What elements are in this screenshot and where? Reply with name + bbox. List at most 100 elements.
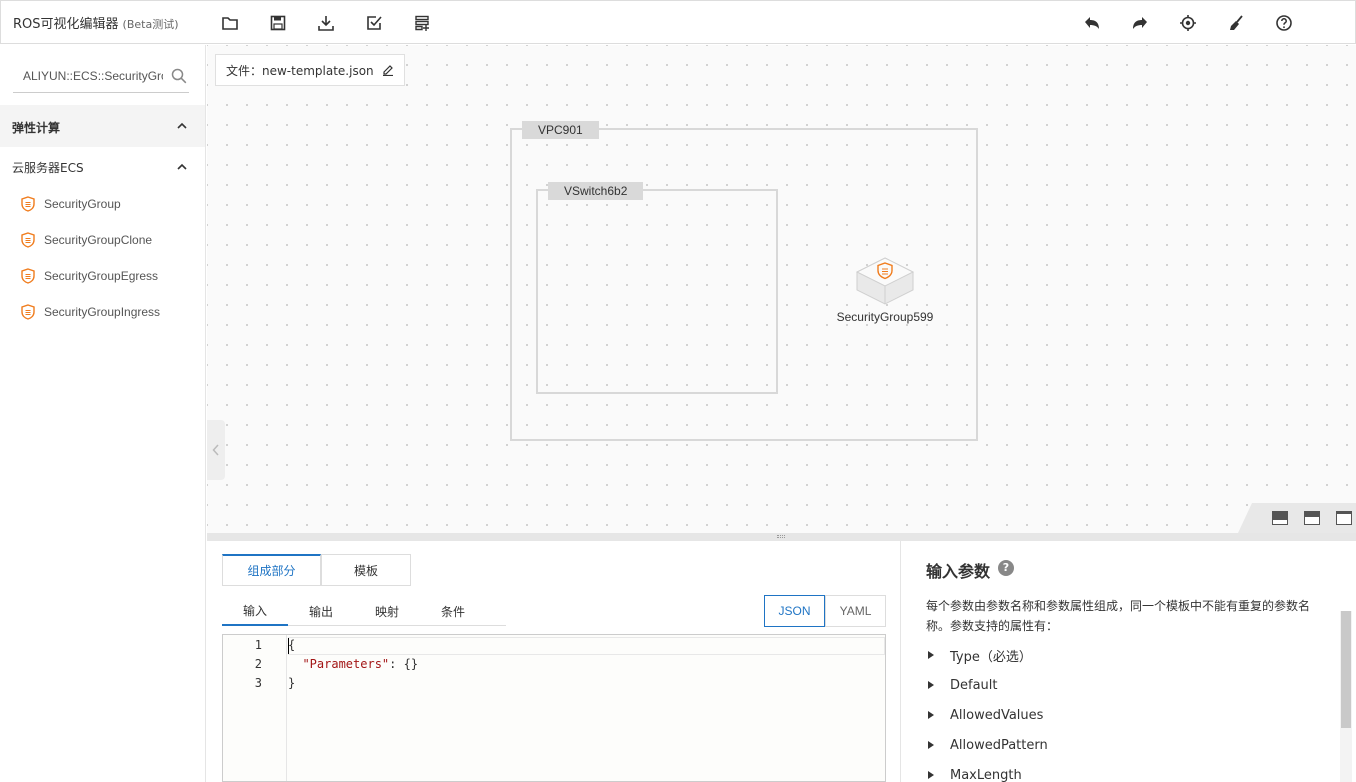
yaml-format-button[interactable]: YAML	[825, 595, 886, 627]
node-label: SecurityGroup599	[836, 310, 934, 324]
help-icon	[1276, 15, 1292, 31]
chevron-up-icon	[177, 163, 187, 170]
save-icon	[270, 15, 286, 31]
file-name-label: 文件：new-template.json	[226, 63, 374, 78]
caret-right-icon	[928, 711, 934, 719]
add-list-icon	[415, 15, 429, 31]
subcategory-label: 云服务器ECS	[12, 161, 84, 175]
layout-top-button[interactable]	[1336, 511, 1352, 525]
question-icon[interactable]: ?	[998, 560, 1014, 576]
resource-item-securitygroupclone[interactable]: SecurityGroupClone	[20, 230, 152, 250]
property-allowedpattern[interactable]: AllowedPattern	[928, 736, 1048, 754]
design-canvas[interactable]: 文件：new-template.json VPC901 VSwitch6b2 S…	[207, 45, 1356, 533]
save-button[interactable]	[266, 11, 290, 35]
tab-output[interactable]: 输出	[288, 596, 354, 626]
shield-icon	[21, 232, 35, 248]
property-maxlength[interactable]: MaxLength	[928, 766, 1022, 782]
property-label: Type（必选）	[950, 649, 1032, 665]
main-tabs: 组成部分 模板	[222, 554, 411, 586]
broom-icon	[1230, 15, 1243, 30]
edit-icon[interactable]	[382, 64, 394, 76]
caret-right-icon	[928, 651, 934, 659]
undo-button[interactable]	[1080, 11, 1104, 35]
property-label: AllowedPattern	[950, 737, 1048, 753]
vpc-label: VPC901	[522, 121, 599, 139]
help-scrollbar[interactable]	[1340, 611, 1352, 782]
help-button[interactable]	[1272, 11, 1296, 35]
download-icon	[318, 16, 334, 31]
help-description: 每个参数由参数名称和参数属性组成，同一个模板中不能有重复的参数名称。参数支持的属…	[926, 599, 1311, 633]
json-format-button[interactable]: JSON	[764, 595, 825, 627]
open-file-button[interactable]	[218, 11, 242, 35]
property-allowedvalues[interactable]: AllowedValues	[928, 706, 1043, 724]
add-resource-button[interactable]	[410, 11, 434, 35]
line-number: 3	[254, 676, 262, 690]
search-icon[interactable]	[171, 68, 187, 84]
search-input[interactable]	[13, 61, 163, 91]
beta-tag: (Beta测试)	[122, 18, 179, 31]
app-title-text: ROS可视化编辑器	[13, 17, 119, 32]
editor-pane: 组成部分 模板 输入 输出 映射 条件 JSON YAML 1 2 3 { "P…	[207, 541, 901, 782]
sub-tabs: 输入 输出 映射 条件	[222, 596, 506, 626]
check-icon	[367, 16, 382, 30]
caret-right-icon	[928, 741, 934, 749]
resource-item-securitygroupingress[interactable]: SecurityGroupIngress	[20, 302, 160, 322]
redo-icon	[1133, 17, 1147, 29]
clear-canvas-button[interactable]	[1224, 11, 1248, 35]
download-button[interactable]	[314, 11, 338, 35]
help-pane: 输入参数 ? 每个参数由参数名称和参数属性组成，同一个模板中不能有重复的参数名称…	[902, 541, 1356, 782]
layout-bottom-icon	[1273, 512, 1287, 520]
property-default[interactable]: Default	[928, 676, 998, 694]
chevron-left-icon	[212, 444, 219, 456]
layout-top-icon	[1337, 512, 1351, 514]
locate-button[interactable]	[1176, 11, 1200, 35]
code-editor[interactable]: 1 2 3 { "Parameters": {} }	[222, 634, 886, 782]
vswitch-label: VSwitch6b2	[548, 182, 644, 200]
layout-bottom-button[interactable]	[1272, 511, 1288, 525]
chevron-up-icon	[177, 122, 187, 129]
resource-item-securitygroup[interactable]: SecurityGroup	[20, 194, 121, 214]
resource-item-securitygroupegress[interactable]: SecurityGroupEgress	[20, 266, 158, 286]
app-title: ROS可视化编辑器 (Beta测试)	[13, 13, 178, 32]
tab-mapping[interactable]: 映射	[354, 596, 420, 626]
category-header[interactable]: 弹性计算	[0, 105, 205, 147]
subcategory-header[interactable]: 云服务器ECS	[0, 147, 205, 185]
resource-sidebar: 弹性计算 云服务器ECS SecurityGroup SecurityGroup…	[0, 45, 206, 782]
resource-item-label: SecurityGroupClone	[44, 233, 153, 247]
help-title: 输入参数	[926, 562, 991, 581]
folder-icon	[222, 17, 238, 30]
locate-icon	[1180, 15, 1196, 31]
layout-switcher	[1238, 503, 1356, 533]
format-toggle: JSON YAML	[764, 595, 886, 627]
property-label: Default	[950, 677, 998, 693]
code-line: "Parameters": {}	[288, 657, 418, 671]
text-cursor	[288, 638, 289, 654]
layout-split-button[interactable]	[1304, 511, 1320, 525]
property-label: AllowedValues	[950, 707, 1044, 723]
caret-right-icon	[928, 681, 934, 689]
property-label: MaxLength	[950, 767, 1022, 782]
security-group-node[interactable]: SecurityGroup599	[825, 256, 945, 324]
active-line-highlight	[288, 637, 885, 655]
code-line: }	[288, 676, 296, 690]
vswitch-group[interactable]: VSwitch6b2	[536, 182, 778, 394]
sidebar-collapse-handle[interactable]	[207, 420, 225, 480]
redo-button[interactable]	[1128, 11, 1152, 35]
scrollbar-thumb[interactable]	[1341, 611, 1351, 728]
shield-icon	[21, 196, 35, 212]
property-type[interactable]: Type（必选）	[928, 646, 1032, 665]
code-string: "Parameters"	[302, 657, 390, 671]
shield-icon	[21, 268, 35, 284]
shield-icon	[21, 304, 35, 320]
tab-conditions[interactable]: 条件	[420, 596, 486, 626]
tab-components[interactable]: 组成部分	[222, 554, 321, 586]
top-toolbar: ROS可视化编辑器 (Beta测试)	[0, 0, 1356, 44]
resource-item-label: SecurityGroupEgress	[44, 269, 159, 283]
security-group-node-icon	[855, 257, 915, 305]
layout-split-icon	[1305, 512, 1319, 517]
validate-button[interactable]	[362, 11, 386, 35]
tab-input[interactable]: 输入	[222, 596, 288, 626]
tab-template[interactable]: 模板	[321, 554, 411, 586]
code-text: : {}	[389, 657, 419, 671]
pane-splitter[interactable]	[207, 533, 1356, 541]
